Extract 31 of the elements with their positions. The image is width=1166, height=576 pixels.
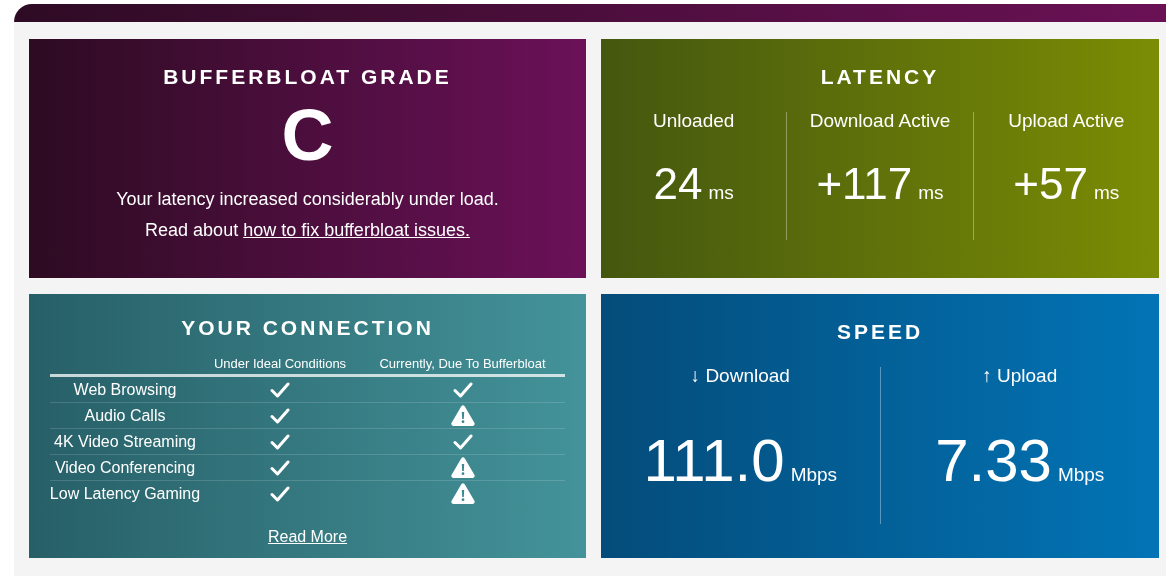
speed-value: 111.0: [643, 431, 785, 491]
latency-value: +117: [816, 162, 913, 206]
speed-label: ↓ Download: [690, 365, 790, 387]
link-prefix: Read about: [145, 220, 239, 241]
speed-label: ↑ Upload: [982, 365, 1058, 387]
activity-label: Audio Calls: [84, 406, 166, 425]
latency-label: Upload Active: [1008, 110, 1125, 132]
grade-message: Your latency increased considerably under load.: [116, 189, 499, 210]
speed-value: 7.33: [935, 431, 1052, 491]
speed-unit: Mbps: [1057, 464, 1105, 486]
latency-value: 24: [653, 162, 703, 206]
column-header: Under Ideal Conditions: [213, 355, 347, 371]
card-title: BUFFERBLOAT GRADE: [163, 65, 452, 89]
latency-label: Unloaded: [653, 110, 735, 132]
latency-value: +57: [1013, 162, 1088, 206]
grade-letter: C: [281, 99, 334, 171]
read-more-link[interactable]: Read More: [267, 528, 348, 546]
activity-label: Video Conferencing: [54, 458, 196, 477]
latency-unit: ms: [708, 182, 734, 204]
activity-label: 4K Video Streaming: [54, 432, 196, 451]
activity-label: Low Latency Gaming: [49, 484, 201, 503]
column-header: Currently, Due To Bufferbloat: [379, 355, 546, 371]
speed-unit: Mbps: [790, 464, 838, 486]
latency-unit: ms: [1093, 182, 1120, 204]
activity-label: Web Browsing: [73, 380, 177, 399]
card-title: YOUR CONNECTION: [181, 316, 434, 340]
card-title: SPEED: [836, 320, 924, 344]
latency-unit: ms: [918, 182, 944, 204]
latency-label: Download Active: [809, 110, 951, 132]
fix-bufferbloat-link[interactable]: how to fix bufferbloat issues.: [243, 220, 470, 241]
card-title: LATENCY: [820, 65, 940, 89]
